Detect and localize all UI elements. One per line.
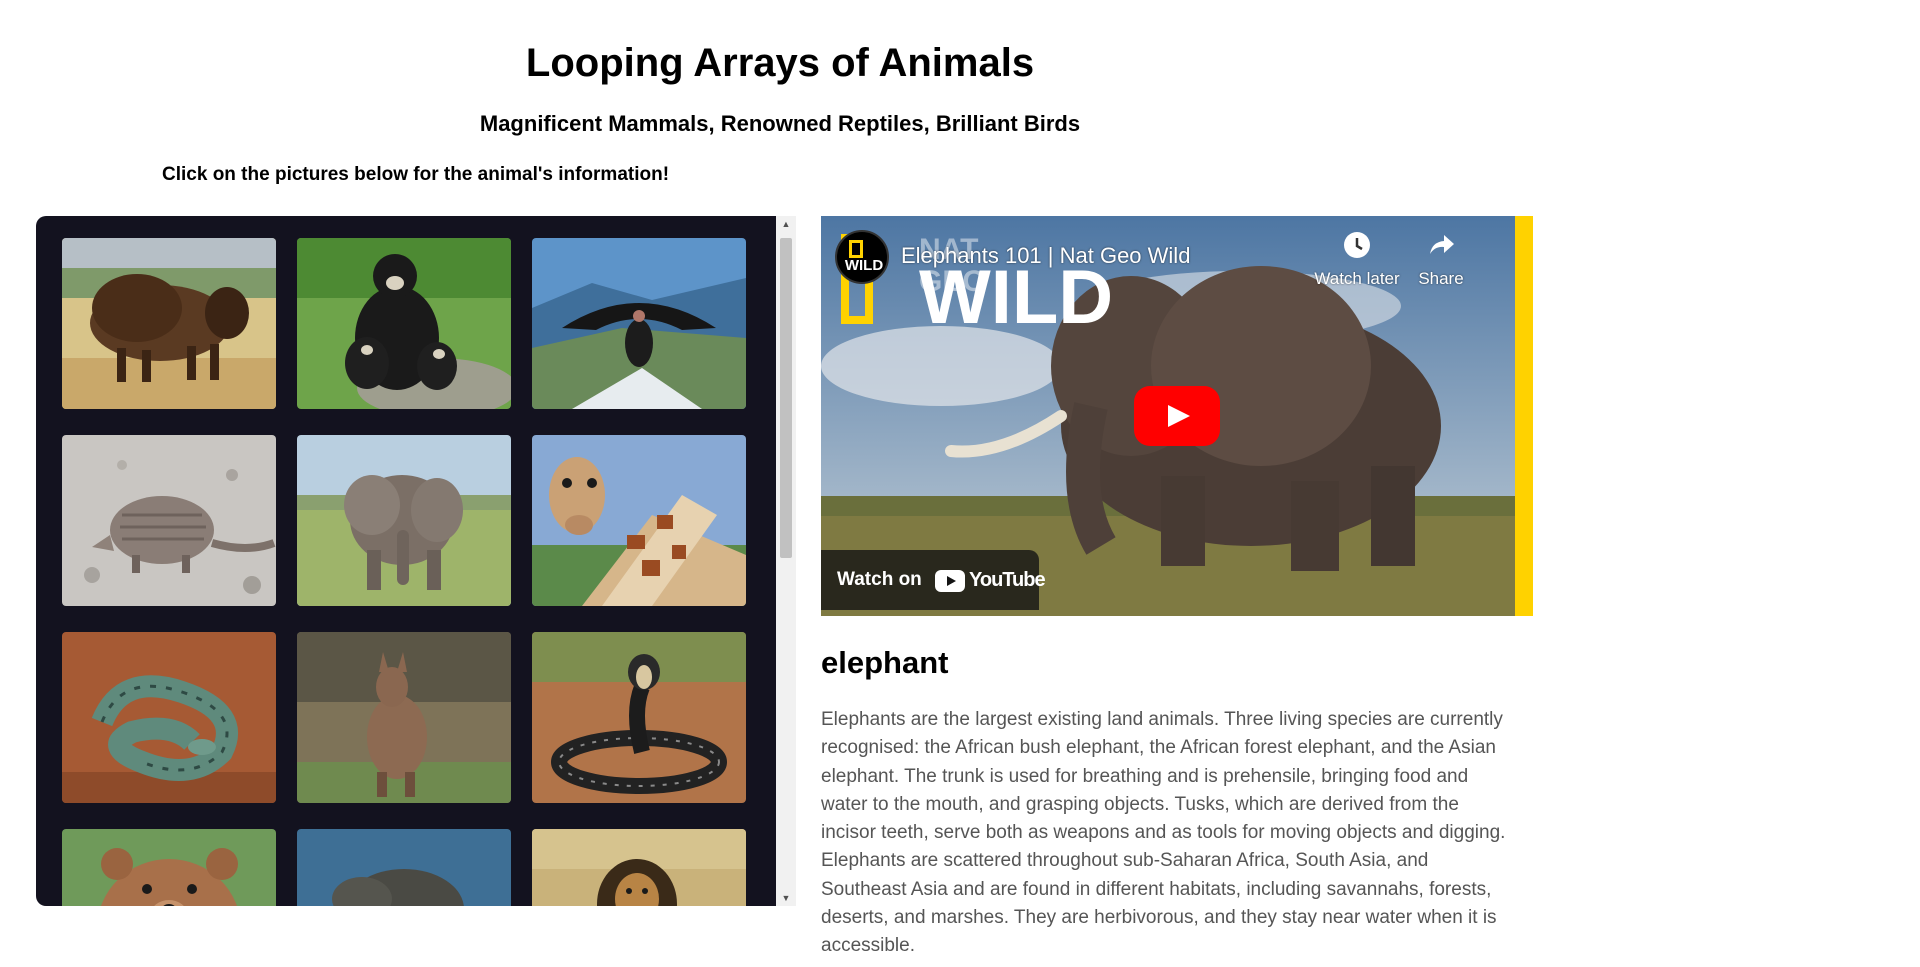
watch-later-label: Watch later — [1314, 269, 1400, 288]
video-title[interactable]: Elephants 101 | Nat Geo Wild — [901, 242, 1190, 270]
channel-avatar[interactable]: WILD — [835, 230, 889, 284]
selected-animal-name: elephant — [821, 645, 949, 680]
armadillo-photo — [62, 435, 276, 606]
avatar-label: WILD — [844, 257, 884, 274]
animal-tile-armadillo[interactable] — [62, 435, 276, 606]
watch-on-youtube-button[interactable]: Watch on YouTube — [821, 550, 1046, 610]
youtube-logo-icon — [935, 570, 965, 592]
scroll-down-arrow-icon[interactable]: ▼ — [776, 890, 796, 906]
animal-tile-brown-bear[interactable] — [62, 829, 276, 906]
gallery-grid — [62, 238, 752, 906]
watch-later-button[interactable]: Watch later — [1302, 230, 1412, 290]
animal-tile-anaconda[interactable] — [62, 632, 276, 803]
page-title: Looping Arrays of Animals — [525, 41, 1035, 85]
animal-tile-cobra[interactable] — [532, 632, 746, 803]
lion-photo — [532, 829, 746, 906]
share-icon — [1430, 235, 1454, 254]
kangaroo-photo — [297, 632, 511, 803]
yellow-border-accent — [1515, 216, 1533, 616]
anaconda-photo — [62, 632, 276, 803]
spectacled-bear-photo — [297, 238, 511, 409]
video-player[interactable]: NAT GEO WILD WILD Elephants 101 | Nat Ge… — [821, 216, 1533, 616]
instructions: Click on the pictures below for the anim… — [162, 164, 670, 185]
nat-geo-frame-icon — [849, 240, 863, 258]
gallery-scrollbar[interactable]: ▲ ▼ — [776, 216, 796, 906]
bison-photo — [62, 238, 276, 409]
cobra-photo — [532, 632, 746, 803]
selected-animal-description: Elephants are the largest existing land … — [821, 709, 1506, 957]
animal-tile-bison[interactable] — [62, 238, 276, 409]
animal-gallery[interactable] — [36, 216, 776, 906]
condor-photo — [532, 238, 746, 409]
share-button[interactable]: Share — [1401, 230, 1481, 290]
scroll-thumb[interactable] — [780, 238, 792, 558]
share-label: Share — [1418, 269, 1464, 288]
komodo-dragon-photo — [297, 829, 511, 906]
animal-tile-spectacled-bear[interactable] — [297, 238, 511, 409]
animal-tile-kangaroo[interactable] — [297, 632, 511, 803]
page-subtitle: Magnificent Mammals, Renowned Reptiles, … — [479, 111, 1081, 136]
play-button[interactable] — [1134, 386, 1220, 446]
animal-tile-giraffe[interactable] — [532, 435, 746, 606]
brown-bear-photo — [62, 829, 276, 906]
youtube-wordmark: YouTube — [969, 569, 1046, 591]
channel-wild-wordmark: WILD — [919, 255, 1114, 340]
animal-tile-condor[interactable] — [532, 238, 746, 409]
elephant-photo — [297, 435, 511, 606]
animal-tile-komodo-dragon[interactable] — [297, 829, 511, 906]
watch-on-label: Watch on — [837, 569, 922, 590]
scroll-up-arrow-icon[interactable]: ▲ — [776, 216, 796, 232]
giraffe-photo — [532, 435, 746, 606]
clock-icon — [1344, 232, 1370, 258]
animal-tile-elephant[interactable] — [297, 435, 511, 606]
animal-tile-lion[interactable] — [532, 829, 746, 906]
